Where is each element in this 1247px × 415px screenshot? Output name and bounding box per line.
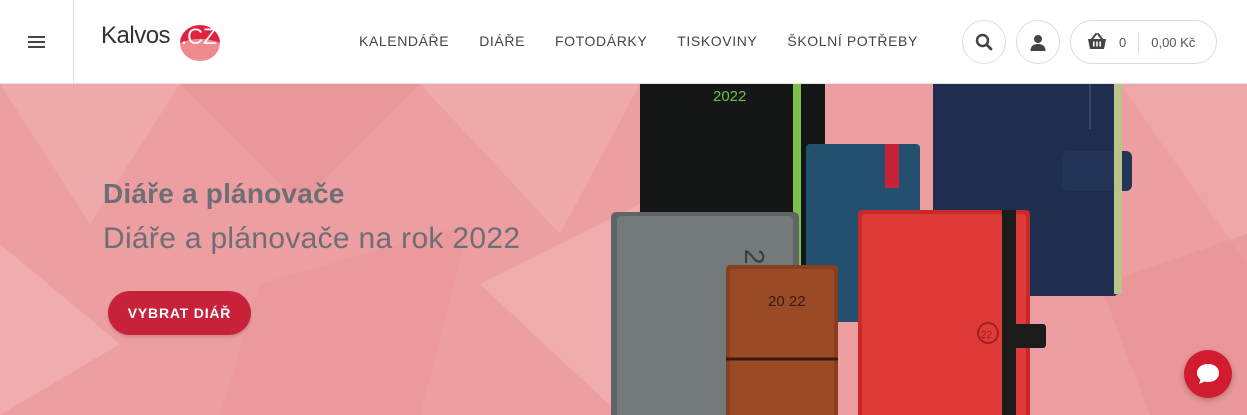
logo-text: Kalvos xyxy=(101,22,171,49)
user-icon xyxy=(1030,34,1046,51)
nav-item-fotodarky[interactable]: FOTODÁRKY xyxy=(555,33,647,49)
red-diary: 22 xyxy=(858,210,1046,415)
main-nav: KALENDÁŘE DIÁŘE FOTODÁRKY TISKOVINY ŠKOL… xyxy=(344,33,933,49)
diaries-product-image: 2022 2022 20 22 xyxy=(611,84,1132,415)
red-diary-year: 22 xyxy=(981,330,993,341)
search-icon xyxy=(975,33,993,51)
basket-icon xyxy=(1088,33,1106,49)
nav-item-diare[interactable]: DIÁŘE xyxy=(479,33,525,49)
nav-item-skolni-potreby[interactable]: ŠKOLNÍ POTŘEBY xyxy=(787,33,918,49)
brown-diary-year: 20 22 xyxy=(768,293,806,310)
logo[interactable]: Kalvos .CZ xyxy=(101,22,231,64)
site-header: Kalvos .CZ KALENDÁŘE DIÁŘE FOTODÁRKY TIS… xyxy=(0,0,1247,84)
cart-divider xyxy=(1138,32,1140,52)
hamburger-icon xyxy=(28,36,45,48)
black-diary-year: 2022 xyxy=(713,88,746,105)
nav-item-tiskoviny[interactable]: TISKOVINY xyxy=(677,33,757,49)
account-button[interactable] xyxy=(1016,20,1060,64)
brown-diary: 20 22 xyxy=(726,265,838,415)
logo-suffix: .CZ xyxy=(181,24,217,49)
cart-total: 0,00 Kč xyxy=(1151,34,1196,50)
menu-button[interactable] xyxy=(0,0,74,84)
cart-count: 0 xyxy=(1119,34,1127,50)
nav-item-kalendare[interactable]: KALENDÁŘE xyxy=(359,33,449,49)
chat-bubble-icon xyxy=(1197,364,1219,384)
search-button[interactable] xyxy=(962,20,1006,64)
cart-button[interactable]: 0 0,00 Kč xyxy=(1070,20,1217,64)
hero-banner: Diáře a plánovače Diáře a plánovače na r… xyxy=(0,84,1247,415)
chat-button[interactable] xyxy=(1184,350,1232,398)
